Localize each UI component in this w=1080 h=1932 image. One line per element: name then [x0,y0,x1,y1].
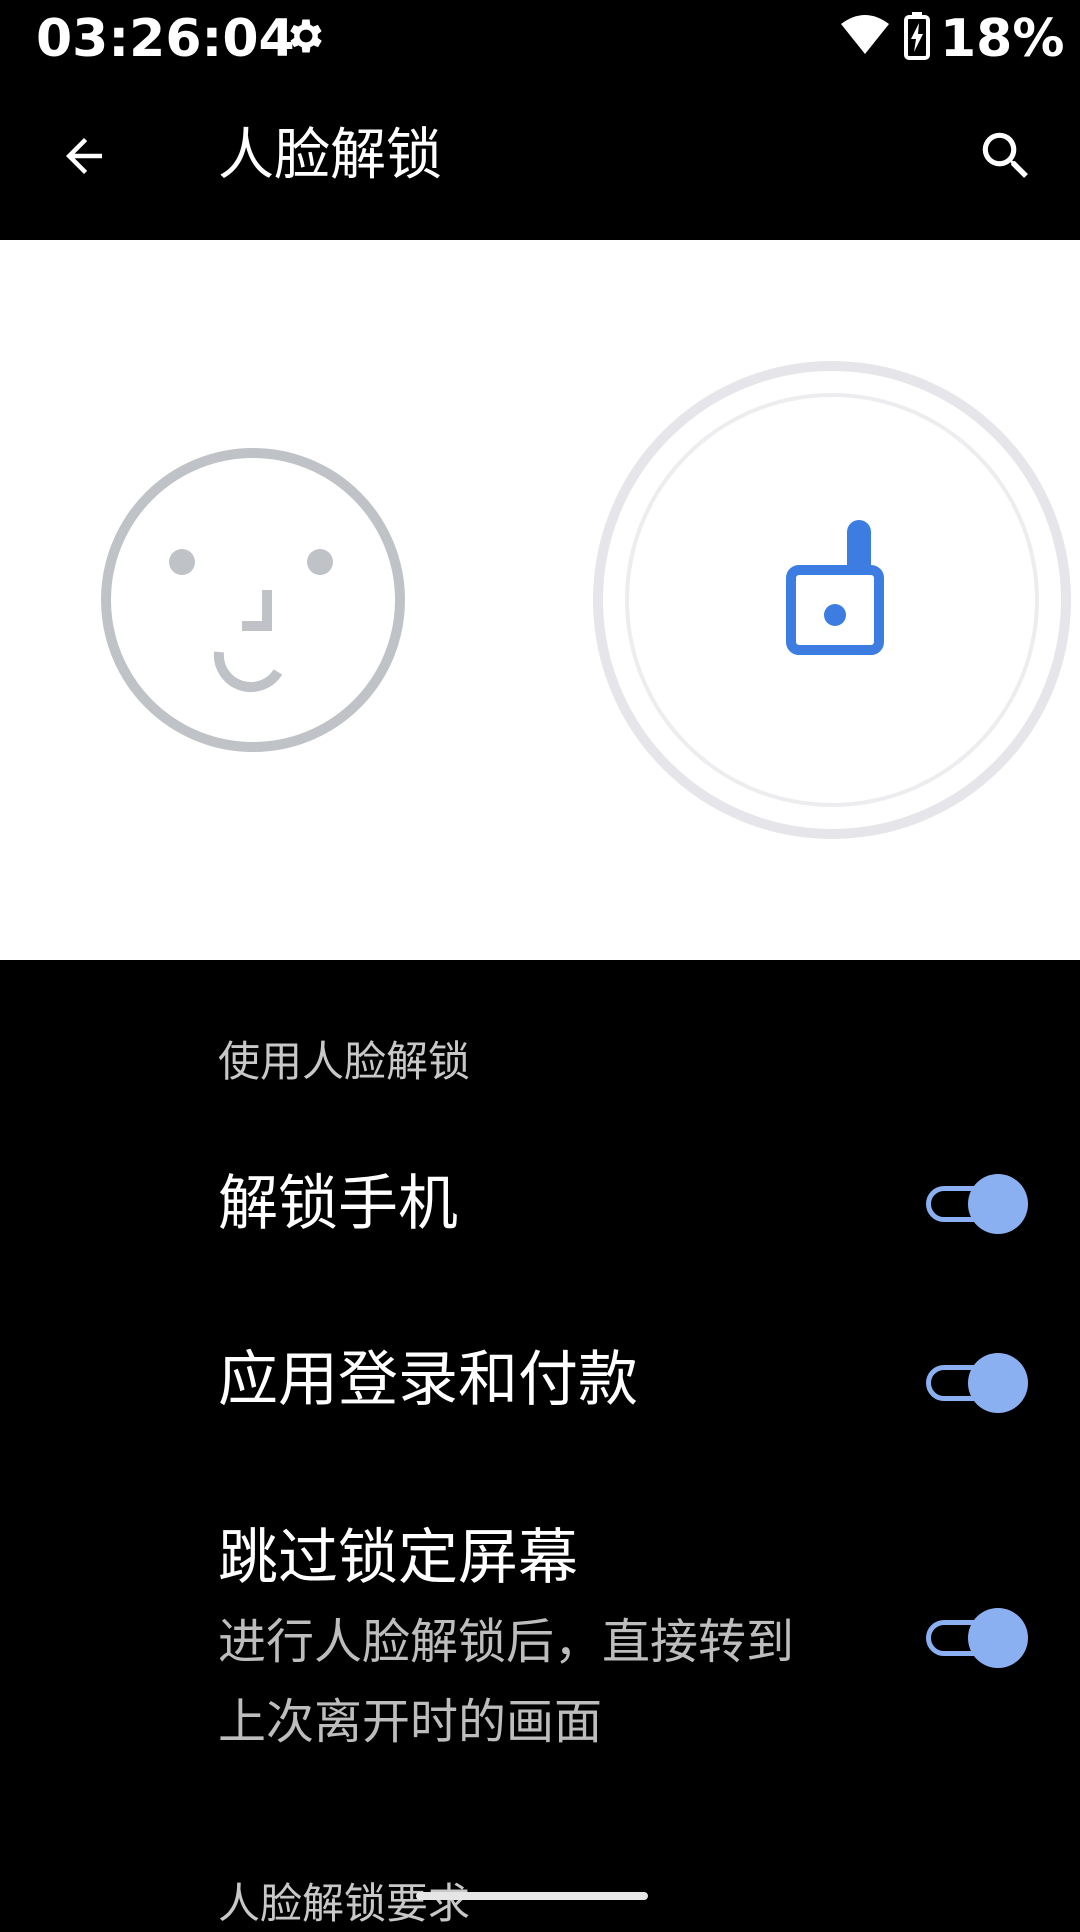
gear-icon [290,19,322,53]
search-button[interactable] [964,114,1048,198]
setting-skip-lock-screen[interactable]: 跳过锁定屏幕 进行人脸解锁后，直接转到上次离开时的画面 [0,1500,1080,1760]
page-title: 人脸解锁 [218,123,442,188]
skip-lock-screen-toggle[interactable] [924,1608,1028,1668]
back-arrow-icon [66,138,102,174]
unlocked-lock-icon [786,520,884,655]
app-bar: 人脸解锁 [0,78,1080,240]
battery-charging-icon [904,12,930,60]
setting-title: 应用登录和付款 [218,1345,638,1415]
setting-unlock-phone[interactable]: 解锁手机 [0,1140,1080,1270]
home-indicator[interactable] [416,1892,648,1900]
setting-title: 跳过锁定屏幕 [218,1523,578,1593]
lock-ring [593,361,1071,839]
setting-app-sign-in-payments[interactable]: 应用登录和付款 [0,1320,1080,1450]
toggle-thumb [968,1353,1028,1413]
section-header-use-face-unlock: 使用人脸解锁 [218,1037,471,1086]
status-time: 03:26:04 [36,9,295,69]
face-unlock-illustration [0,240,1080,960]
unlock-phone-toggle[interactable] [924,1174,1028,1234]
battery-percent: 18% [940,9,1065,69]
setting-summary: 进行人脸解锁后，直接转到上次离开时的画面 [218,1614,795,1750]
toggle-thumb [968,1174,1028,1234]
back-button[interactable] [42,114,126,198]
face-icon [101,448,405,752]
wifi-icon [841,15,889,54]
status-bar: 03:26:04 18% [0,0,1080,78]
app-sign-in-payments-toggle[interactable] [924,1353,1028,1413]
toggle-thumb [968,1608,1028,1668]
search-icon [982,132,1028,178]
setting-title: 解锁手机 [218,1169,458,1239]
section-header-face-unlock-requirements: 人脸解锁要求 [218,1879,471,1928]
